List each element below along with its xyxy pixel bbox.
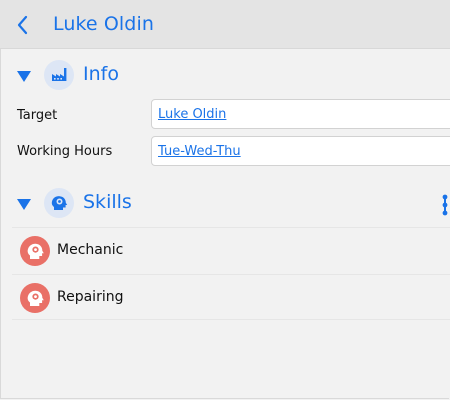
skill-item-mechanic[interactable]: Mechanic xyxy=(12,227,450,273)
working-hours-link[interactable]: Tue-Wed-Thu xyxy=(158,144,241,159)
vertical-dots-icon xyxy=(442,194,448,216)
skill-label: Repairing xyxy=(57,289,124,305)
triangle-down-icon xyxy=(17,71,31,82)
top-bar: Luke Oldin xyxy=(0,0,450,49)
back-button[interactable] xyxy=(12,13,34,37)
skills-section-icon xyxy=(44,188,74,218)
head-gear-icon xyxy=(51,196,68,210)
head-gear-icon xyxy=(27,243,44,259)
triangle-down-icon xyxy=(17,199,31,210)
info-section-title: Info xyxy=(83,63,119,85)
head-gear-icon xyxy=(27,290,44,306)
page-title: Luke Oldin xyxy=(53,13,154,35)
working-hours-label: Working Hours xyxy=(17,144,113,159)
skills-more-button[interactable] xyxy=(441,194,450,216)
info-section-header: Info xyxy=(0,58,450,94)
skills-section-title: Skills xyxy=(83,191,132,213)
skill-item-repairing[interactable]: Repairing xyxy=(12,274,450,320)
factory-icon xyxy=(52,68,67,81)
target-link[interactable]: Luke Oldin xyxy=(158,107,226,122)
skills-collapse-toggle[interactable] xyxy=(14,196,34,212)
target-field: Luke Oldin xyxy=(151,99,450,129)
skill-avatar xyxy=(20,236,50,266)
info-section-icon xyxy=(44,60,74,90)
skill-avatar xyxy=(20,283,50,313)
target-label: Target xyxy=(17,108,58,123)
info-collapse-toggle[interactable] xyxy=(14,68,34,84)
working-hours-field: Tue-Wed-Thu xyxy=(151,136,450,166)
skill-label: Mechanic xyxy=(57,242,124,258)
skills-section-header: Skills xyxy=(0,186,450,222)
chevron-left-icon xyxy=(17,15,28,35)
